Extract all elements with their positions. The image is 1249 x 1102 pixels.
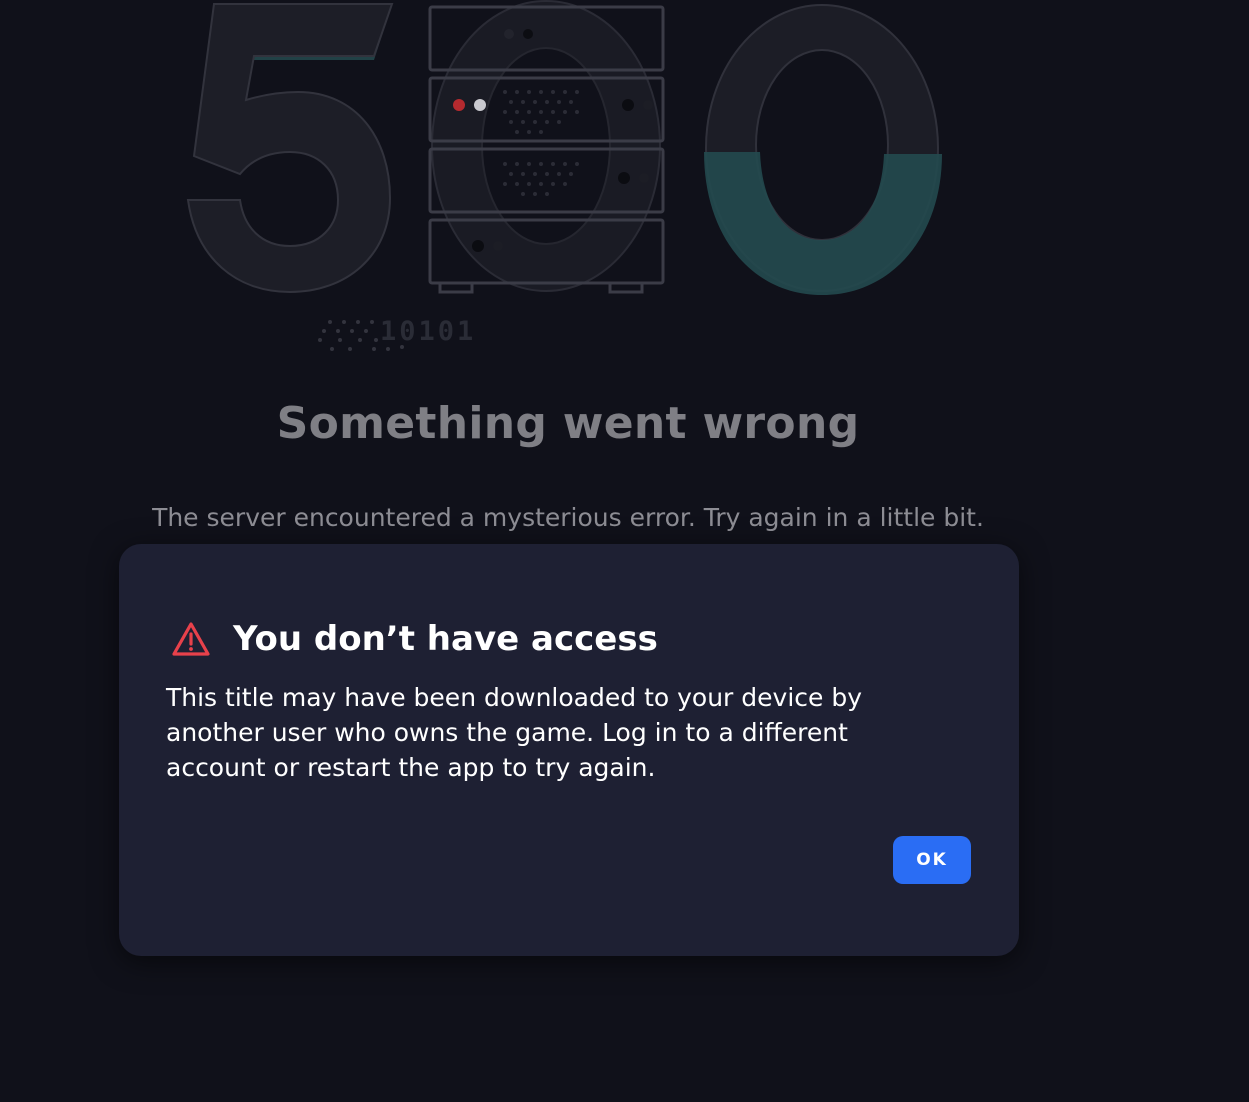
warning-triangle-icon bbox=[172, 622, 210, 656]
dialog-header: You don’t have access bbox=[171, 616, 658, 662]
error-message: The server encountered a mysterious erro… bbox=[152, 503, 984, 532]
server-error-illustration bbox=[186, 0, 942, 351]
ok-button[interactable]: OK bbox=[893, 836, 971, 884]
error-title: Something went wrong bbox=[276, 398, 860, 449]
dialog-title: You don’t have access bbox=[233, 619, 658, 659]
dialog-body: This title may have been downloaded to y… bbox=[166, 683, 862, 782]
binary-decoration: 10101 bbox=[380, 316, 477, 347]
access-denied-dialog: You don’t have access This title may hav… bbox=[119, 544, 1019, 956]
error-page: 10101 Something went wrong The server en… bbox=[0, 0, 1249, 1102]
